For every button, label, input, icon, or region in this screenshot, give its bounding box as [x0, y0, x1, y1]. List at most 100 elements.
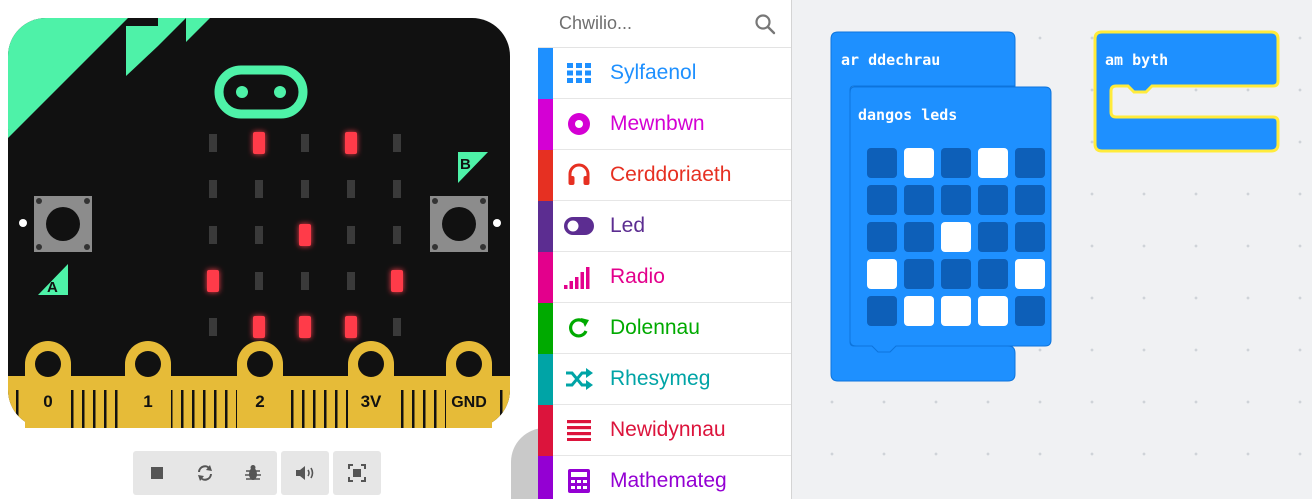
search-input[interactable] [559, 13, 749, 34]
edge-connector-line [181, 390, 184, 428]
led-cell-off[interactable] [867, 185, 897, 215]
led-cell-off[interactable] [1015, 185, 1045, 215]
led-cell-on[interactable] [867, 259, 897, 289]
edge-connector-line [423, 390, 426, 428]
category-loops[interactable]: Dolennau [538, 303, 791, 354]
led-off [393, 180, 401, 198]
led-off [209, 134, 217, 152]
pin-label: 0 [43, 392, 52, 411]
category-color-bar [538, 150, 553, 201]
category-radio[interactable]: Radio [538, 252, 791, 303]
debug-icon [245, 465, 261, 480]
button-b-label: B [460, 156, 471, 173]
category-input[interactable]: Mewnbwn [538, 99, 791, 150]
category-led[interactable]: Led [538, 201, 791, 252]
microbit-board[interactable]: A B 0 1 2 3V GND [8, 18, 510, 428]
blocks-canvas [830, 30, 1280, 382]
category-label: Cerddoriaeth [610, 163, 732, 186]
category-basic[interactable]: Sylfaenol [538, 48, 791, 99]
restart-icon [198, 465, 212, 481]
led-off [301, 180, 309, 198]
edge-connector-line [203, 390, 206, 428]
led-on [207, 270, 219, 292]
led-cell-on[interactable] [978, 148, 1008, 178]
led-off [255, 272, 263, 290]
led-off [209, 318, 217, 336]
led-off [255, 180, 263, 198]
led-off [347, 226, 355, 244]
led-cell-off[interactable] [978, 259, 1008, 289]
category-music[interactable]: Cerddoriaeth [538, 150, 791, 201]
category-variables[interactable]: Newidynnau [538, 405, 791, 456]
debug-button[interactable] [229, 451, 277, 495]
pin-label: 3V [361, 392, 382, 411]
led-cell-on[interactable] [941, 222, 971, 252]
signal-icon [564, 267, 590, 289]
led-cell-off[interactable] [978, 185, 1008, 215]
led-cell-off[interactable] [904, 259, 934, 289]
search-icon[interactable] [753, 12, 777, 36]
led-cell-off[interactable] [904, 222, 934, 252]
sound-button[interactable] [281, 451, 329, 495]
led-cell-off[interactable] [1015, 296, 1045, 326]
led-on [253, 132, 265, 154]
category-label: Mathemateg [610, 469, 727, 492]
category-math[interactable]: Mathemateg [538, 456, 791, 499]
pin-label: GND [451, 394, 487, 411]
category-icon-box [564, 213, 594, 239]
led-cell-off[interactable] [978, 222, 1008, 252]
category-icon-box [564, 162, 594, 188]
button-b[interactable] [442, 207, 476, 241]
pin-hole [247, 351, 273, 377]
led-cell-off[interactable] [867, 222, 897, 252]
led-cell-off[interactable] [941, 148, 971, 178]
led-cell-off[interactable] [941, 259, 971, 289]
edge-connector-line [302, 390, 305, 428]
led-cell-on[interactable] [904, 148, 934, 178]
led-cell-on[interactable] [978, 296, 1008, 326]
category-logic[interactable]: Rhesymeg [538, 354, 791, 405]
led-off [393, 318, 401, 336]
category-label: Mewnbwn [610, 112, 705, 135]
button-b-corner [480, 198, 486, 204]
stop-icon [151, 467, 163, 479]
led-cell-off[interactable] [867, 296, 897, 326]
edge-connector-line [313, 390, 316, 428]
led-on [391, 270, 403, 292]
loop-icon [569, 318, 589, 338]
led-off [301, 134, 309, 152]
led-cell-off[interactable] [1015, 222, 1045, 252]
led-cell-off[interactable] [867, 148, 897, 178]
category-icon-box [564, 417, 594, 443]
button-a[interactable] [46, 207, 80, 241]
edge-connector-line [324, 390, 327, 428]
led-cell-off[interactable] [904, 185, 934, 215]
fullscreen-icon [348, 464, 366, 482]
category-color-bar [538, 456, 553, 499]
led-cell-on[interactable] [1015, 259, 1045, 289]
category-icon-box [564, 468, 594, 494]
fullscreen-button[interactable] [333, 451, 381, 495]
button-a-corner [36, 244, 42, 250]
category-color-bar [538, 201, 553, 252]
led-on [299, 224, 311, 246]
led-cell-off[interactable] [941, 185, 971, 215]
led-cell-on[interactable] [941, 296, 971, 326]
blocks-workspace[interactable]: ar ddechrau dangos leds am byth [792, 0, 1312, 499]
forever-block[interactable] [1093, 30, 1280, 153]
category-color-bar [538, 99, 553, 150]
simulator-main-controls [133, 451, 277, 495]
restart-button[interactable] [181, 451, 229, 495]
edge-connector-line [93, 390, 96, 428]
button-a-corner [84, 244, 90, 250]
led-cell-on[interactable] [904, 296, 934, 326]
edge-connector-line [82, 390, 85, 428]
led-off [393, 226, 401, 244]
toggle-icon [564, 217, 594, 235]
edge-connector-line [214, 390, 217, 428]
led-cell-off[interactable] [1015, 148, 1045, 178]
led-on [253, 316, 265, 338]
stop-button[interactable] [133, 451, 181, 495]
led-off [209, 226, 217, 244]
simulator-panel: A B 0 1 2 3V GND [0, 0, 545, 499]
